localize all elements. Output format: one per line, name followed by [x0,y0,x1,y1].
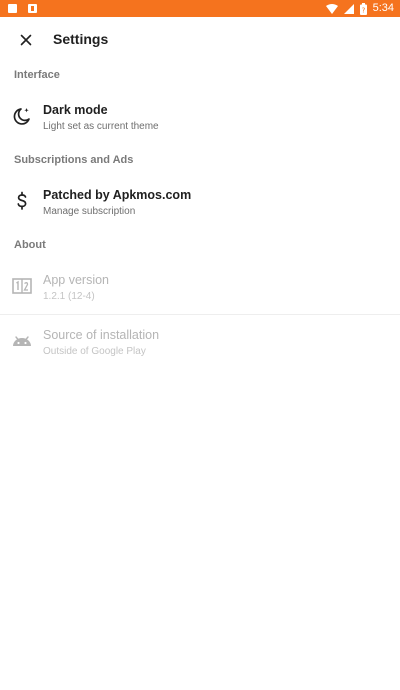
settings-item-subscription[interactable]: Patched by Apkmos.com Manage subscriptio… [0,181,400,225]
signal-icon [343,3,354,14]
close-icon [20,34,32,46]
source-value: Outside of Google Play [43,346,146,357]
page-title: Settings [53,31,109,47]
clock: 5:34 [372,2,394,14]
settings-item-app-version: App version 1.2.1 (12-4) [0,266,400,310]
notification-icons [8,4,37,13]
svg-text:?: ? [361,6,365,14]
battery-icon: ? [359,2,367,15]
app-version-value: 1.2.1 (12-4) [43,291,95,302]
moon-icon [13,108,30,125]
section-header-about: About [14,239,46,251]
app-bar: Settings [0,17,400,62]
dollar-icon [17,191,27,210]
subscription-subtitle: Manage subscription [43,206,136,217]
section-header-interface: Interface [14,69,60,81]
source-title: Source of installation [43,328,160,342]
notification-icon [28,4,37,13]
dark-mode-title: Dark mode [43,103,108,117]
close-button[interactable] [14,28,38,52]
version-icon [12,278,32,294]
section-header-subscriptions: Subscriptions and Ads [14,154,134,166]
notification-icon [8,4,17,13]
android-icon [13,336,31,346]
subscription-title: Patched by Apkmos.com [43,188,192,202]
status-icons: ? 5:34 [325,1,394,16]
dark-mode-subtitle: Light set as current theme [43,121,159,132]
settings-item-source: Source of installation Outside of Google… [0,321,400,365]
app-version-title: App version [43,273,110,287]
divider [0,314,400,315]
status-bar: ? 5:34 [0,0,400,17]
wifi-icon [325,3,338,14]
settings-item-dark-mode[interactable]: Dark mode Light set as current theme [0,96,400,140]
